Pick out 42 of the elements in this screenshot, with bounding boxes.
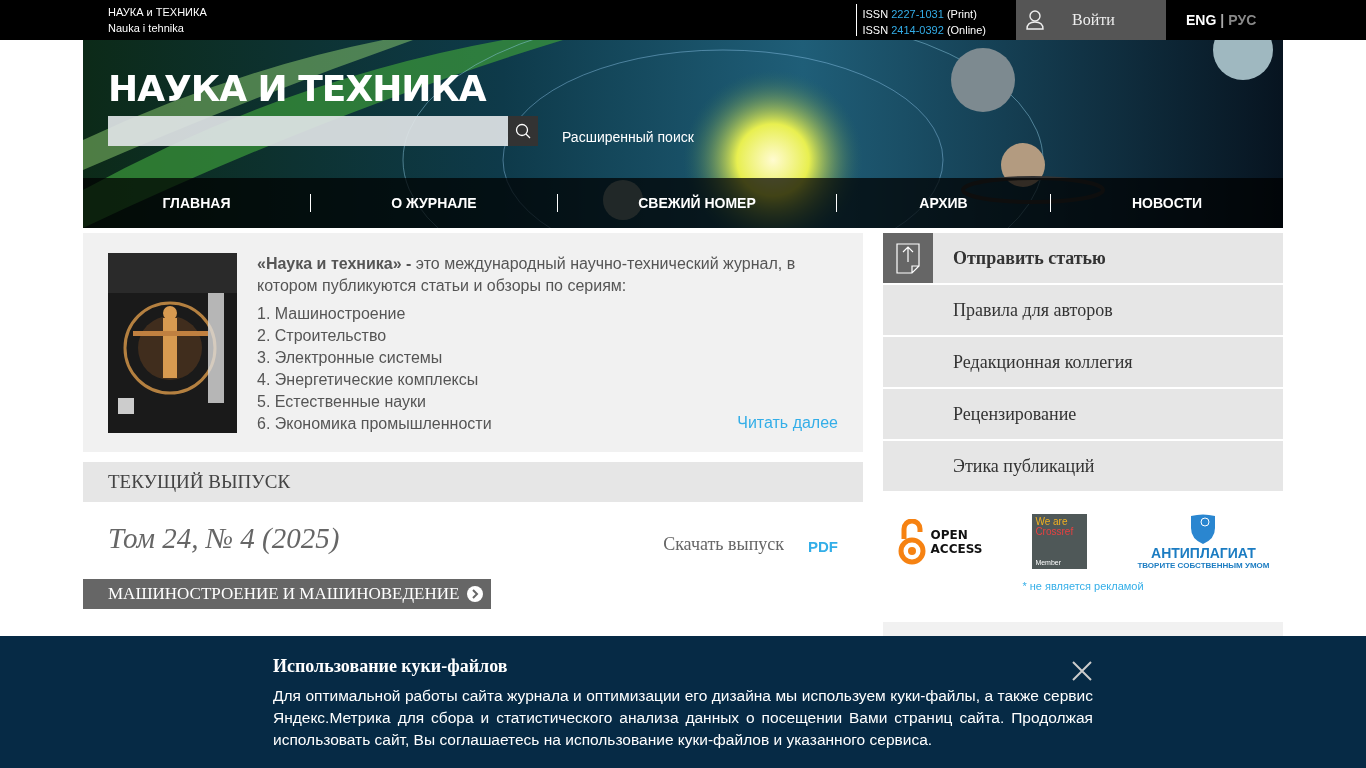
nav-link[interactable]: О ЖУРНАЛЕ [391,195,477,211]
series-item: 5. Естественные науки [257,392,426,412]
advanced-search-link[interactable]: Расширенный поиск [562,129,694,145]
nav-link[interactable]: АРХИВ [919,195,968,211]
journal-title: НАУКА И ТЕХНИКА [108,68,486,110]
download-label: Скачать выпуск [663,534,784,555]
open-access-logo: OPEN ACCESS [896,518,983,565]
user-icon [1026,10,1044,30]
sidebar-link[interactable]: Этика публикаций [883,441,1283,491]
section-heading[interactable]: МАШИНОСТРОЕНИЕ И МАШИНОВЕДЕНИЕ [83,579,491,609]
site-name-latin: Nauka i tehnika [108,21,185,36]
nav-link[interactable]: НОВОСТИ [1132,195,1202,211]
nav-link[interactable]: СВЕЖИЙ НОМЕР [638,195,756,211]
sidebar-link[interactable]: Отправить статью [883,233,1283,283]
current-issue-heading: ТЕКУЩИЙ ВЫПУСК [83,462,863,502]
series-item: 4. Энергетические комплексы [257,370,479,390]
language-link[interactable]: РУС [1228,12,1257,28]
issn-line: ISSN 2227-1031 (Print) [862,7,978,22]
login-button[interactable]: Войти [1016,0,1166,40]
issue-title: Том 24, № 4 (2025) [108,522,341,555]
language-link[interactable]: ENG [1186,12,1217,28]
series-item: 1. Машиностроение [257,304,406,324]
intro-text: «Наука и техника» - это международный научно-технический журнал, в котором публикуются статьи и обзоры по сериям: [257,254,797,296]
sidebar-link[interactable]: Рецензирование [883,389,1283,439]
close-button[interactable] [1071,660,1093,682]
cookie-text: Для оптимальной работы сайта журнала и оптимизации его дизайна мы используем куки-файлы, а также сервис Яндекс.Метрика для сбора и статистического анализа данных о посещении Вами страниц сайта. Продолжая использовать сайт, Вы соглашаетесь на использование куки-файлов и указанного сервиса. [273,686,1093,750]
cookie-title: Использование куки-файлов [273,656,508,677]
sidebar-link[interactable]: Правила для авторов [883,285,1283,335]
site-name: НАУКА и ТЕХНИКА [108,5,208,20]
sidebar-link[interactable]: Редакционная коллегия [883,337,1283,387]
series-item: 6. Экономика промышленности [257,414,492,434]
language-separator: | [1220,12,1225,28]
nav-link[interactable]: ГЛАВНАЯ [162,195,231,211]
series-item: 3. Электронные системы [257,348,443,368]
upload-icon [883,233,933,283]
series-item: 2. Строительство [257,326,387,346]
search-button[interactable] [508,116,538,146]
antiplagiat-logo: АНТИПЛАГИАТ ТВОРИТЕ СОБСТВЕННЫМ УМОМ [1137,513,1270,570]
search-field[interactable] [108,116,508,146]
disclaimer-text: * не является рекламой [1022,580,1144,592]
search-icon [515,123,531,139]
issn-line: ISSN 2414-0392 (Online) [862,23,986,38]
